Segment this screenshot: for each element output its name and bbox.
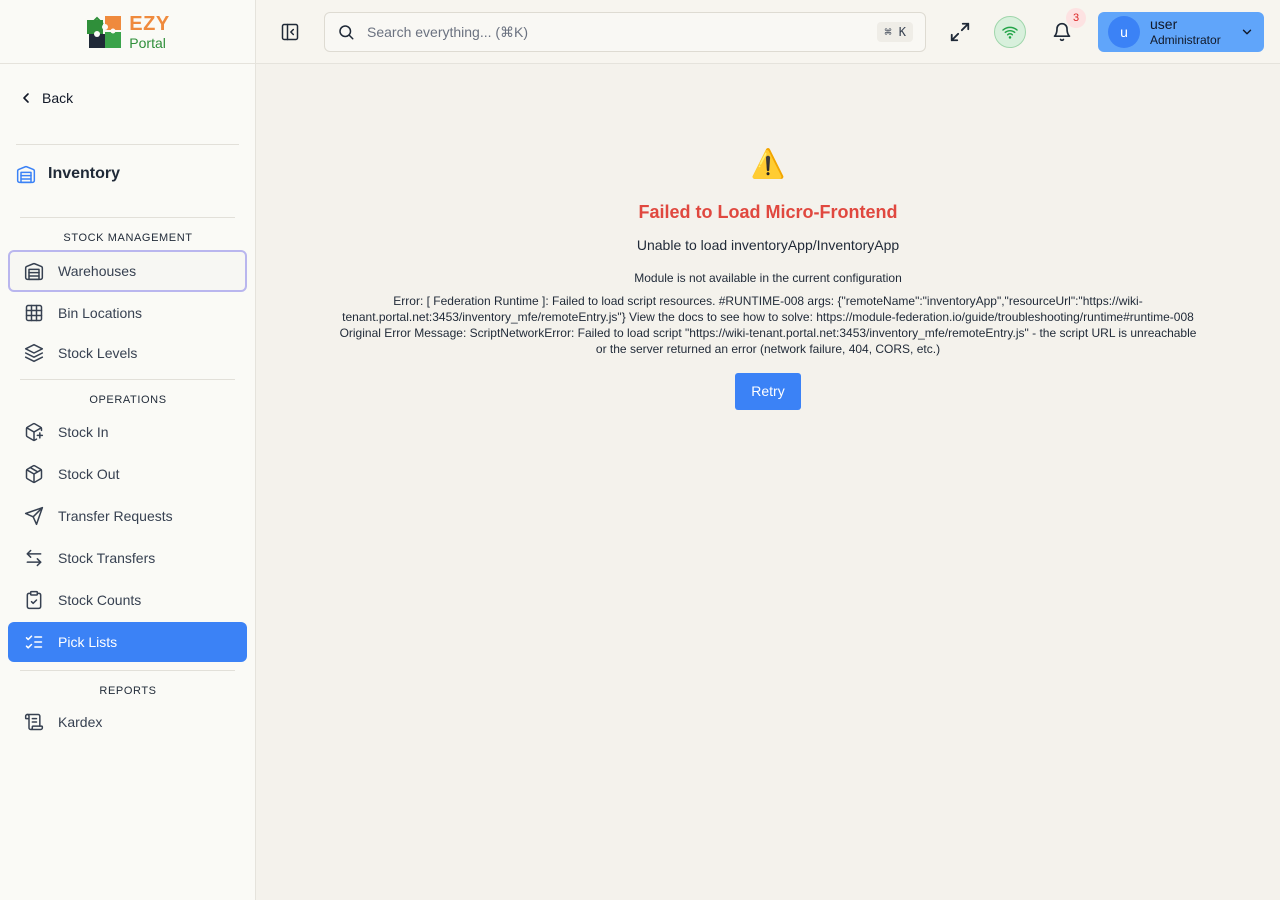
sidebar-item-label: Kardex <box>58 714 103 730</box>
package-plus-icon <box>25 422 44 442</box>
module-title: Inventory <box>16 164 120 184</box>
error-panel: ⚠️ Failed to Load Micro-Frontend Unable … <box>256 150 1280 410</box>
clipboard-check-icon <box>26 590 42 610</box>
sidebar-item-stock-levels[interactable]: Stock Levels <box>8 333 247 373</box>
sidebar-item-bin-locations[interactable]: Bin Locations <box>8 293 247 333</box>
warehouse-icon <box>24 262 44 281</box>
section-header-stock-management: STOCK MANAGEMENT <box>63 232 193 244</box>
divider <box>20 670 235 671</box>
expand-icon <box>950 22 970 42</box>
error-module-message: Module is not available in the current c… <box>634 271 902 285</box>
search-bar[interactable]: ⌘ K <box>324 12 926 52</box>
brand-name-line1: EZY <box>129 12 170 35</box>
retry-button[interactable]: Retry <box>735 373 801 410</box>
user-menu-button[interactable]: u user Administrator <box>1098 12 1264 52</box>
sidebar-item-stock-counts[interactable]: Stock Counts <box>8 580 247 620</box>
divider <box>20 379 235 380</box>
sidebar-item-label: Transfer Requests <box>58 508 173 524</box>
sidebar-item-kardex[interactable]: Kardex <box>8 702 247 742</box>
sidebar-item-label: Bin Locations <box>58 305 143 321</box>
search-icon <box>339 25 354 40</box>
wifi-icon <box>1002 26 1018 39</box>
grid-icon <box>25 304 43 322</box>
sidebar-item-label: Stock In <box>58 424 109 440</box>
connection-status-button[interactable] <box>994 16 1026 48</box>
sidebar-item-stock-transfers[interactable]: Stock Transfers <box>8 538 247 578</box>
back-label: Back <box>42 90 74 106</box>
search-shortcut-badge: ⌘ K <box>877 22 913 42</box>
sidebar-item-stock-out[interactable]: Stock Out <box>8 454 247 494</box>
warning-icon: ⚠️ <box>750 148 786 179</box>
layers-icon <box>24 343 44 363</box>
error-title: Failed to Load Micro-Frontend <box>638 202 898 222</box>
top-bar: ⌘ K 3 u user Administrator <box>256 0 1280 64</box>
sidebar-item-label: Stock Levels <box>58 345 138 361</box>
brand-name-line2: Portal <box>129 34 166 51</box>
panel-left-close-icon <box>281 23 299 41</box>
sidebar-item-warehouses[interactable]: Warehouses <box>8 250 247 292</box>
chevron-down-icon <box>1242 29 1252 35</box>
sidebar-item-transfer-requests[interactable]: Transfer Requests <box>8 496 247 536</box>
send-icon <box>24 506 44 526</box>
avatar: u <box>1108 16 1140 48</box>
sidebar-item-label: Stock Counts <box>58 592 142 608</box>
notification-count-badge: 3 <box>1066 8 1086 28</box>
scroll-icon <box>24 713 44 731</box>
warehouse-icon <box>16 165 36 184</box>
sidebar-item-label: Pick Lists <box>58 634 118 650</box>
user-name: user <box>1150 16 1178 33</box>
brand-logo[interactable]: EZY Portal <box>85 12 169 52</box>
fullscreen-button[interactable] <box>944 16 976 48</box>
sidebar: EZY Portal Back Inventory STOCK MANAGEME… <box>0 0 256 900</box>
divider <box>20 217 235 218</box>
user-role: Administrator <box>1150 33 1221 48</box>
logo-area: EZY Portal <box>0 0 255 64</box>
puzzle-logo-icon <box>87 15 122 48</box>
section-header-operations: OPERATIONS <box>89 394 167 406</box>
list-checks-icon <box>25 635 43 649</box>
sidebar-item-label: Stock Transfers <box>58 550 156 566</box>
sidebar-toggle-button[interactable] <box>278 20 302 44</box>
sidebar-item-pick-lists[interactable]: Pick Lists <box>8 622 247 662</box>
main-content: ⚠️ Failed to Load Micro-Frontend Unable … <box>256 64 1280 900</box>
back-link[interactable]: Back <box>20 90 73 106</box>
section-header-reports: REPORTS <box>99 685 157 697</box>
package-minus-icon <box>25 464 43 484</box>
divider <box>16 144 239 145</box>
error-subtitle: Unable to load inventoryApp/InventoryApp <box>636 237 900 253</box>
module-title-label: Inventory <box>48 165 121 182</box>
chevron-left-icon <box>23 93 29 103</box>
search-input[interactable] <box>367 24 866 40</box>
sidebar-item-label: Stock Out <box>58 466 120 482</box>
arrows-left-right-icon <box>26 549 42 567</box>
sidebar-item-stock-in[interactable]: Stock In <box>8 412 247 452</box>
error-details: Error: [ Federation Runtime ]: Failed to… <box>339 294 1197 356</box>
sidebar-item-label: Warehouses <box>58 263 137 279</box>
